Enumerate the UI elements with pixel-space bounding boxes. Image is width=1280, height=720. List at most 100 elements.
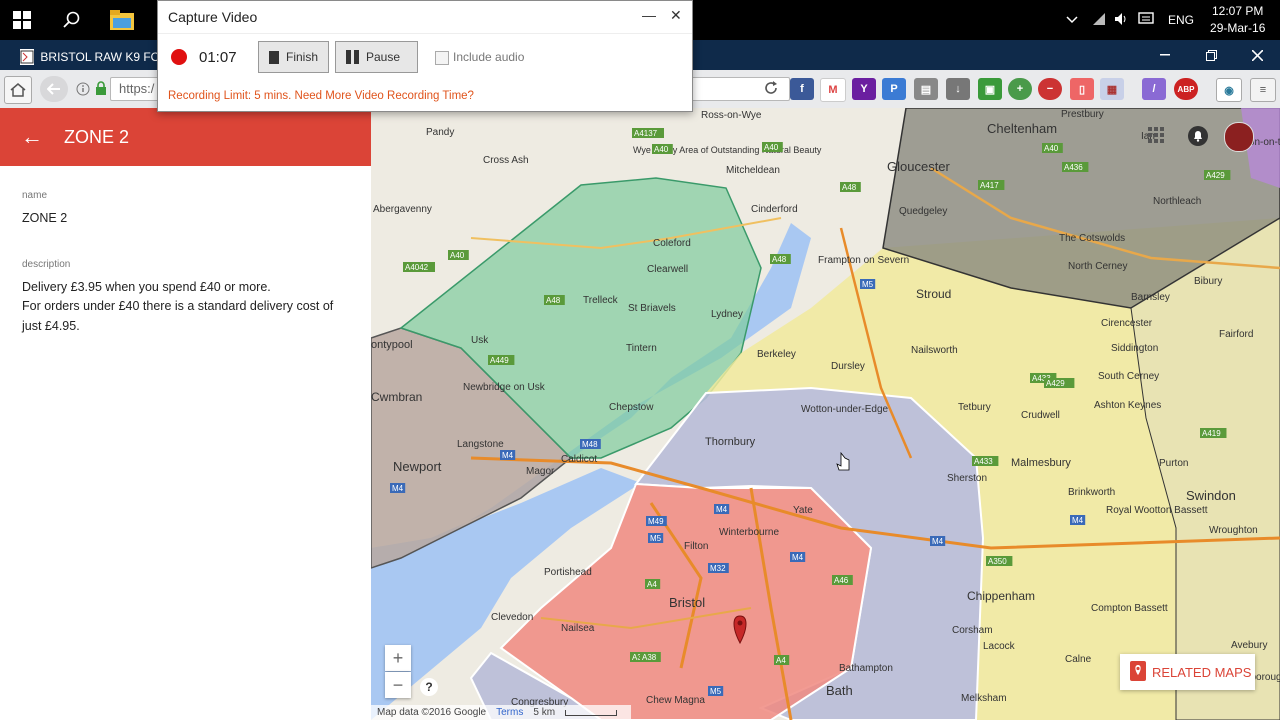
dialog-minimize-icon[interactable]: —: [642, 7, 656, 23]
map-attribution: Map data ©2016 Google Terms 5 km: [371, 705, 631, 720]
map-place-label: Nailsworth: [911, 345, 958, 356]
map-place-label: Mitcheldean: [726, 165, 780, 176]
green-extension-icon[interactable]: ▣: [978, 78, 1002, 100]
map-place-label: Pandy: [426, 127, 454, 138]
eye-icon[interactable]: ◉: [1216, 78, 1242, 102]
apps-grid-icon[interactable]: [1148, 127, 1164, 148]
finish-label: Finish: [285, 50, 318, 64]
site-favicon-icon: [20, 49, 35, 65]
system-tray: ENG 12:07 PM 29-Mar-16: [1066, 0, 1265, 40]
volume-icon[interactable]: [1114, 12, 1128, 29]
map-place-label: Trelleck: [583, 295, 619, 306]
map-place-label: Brinkworth: [1068, 487, 1115, 498]
back-icon[interactable]: [40, 76, 68, 102]
map-place-label: Chew Magna: [646, 695, 705, 706]
pen-icon[interactable]: /: [1142, 78, 1166, 100]
road-label: A46: [834, 576, 849, 585]
recording-limit-link[interactable]: Recording Limit: 5 mins. Need More Video…: [168, 90, 474, 102]
adblock-icon[interactable]: ABP: [1174, 78, 1198, 100]
map-place-label: Yate: [793, 505, 813, 516]
name-value: ZONE 2: [22, 211, 68, 225]
map-place-label: Winterbourne: [719, 527, 779, 538]
road-label: A38: [642, 653, 657, 662]
name-label: name: [22, 190, 48, 201]
road-label: A4: [647, 580, 657, 589]
zoom-out-extension-icon[interactable]: −: [1038, 78, 1062, 100]
map-place-label: Berkeley: [757, 349, 796, 360]
clock-date: 29-Mar-16: [1210, 21, 1266, 35]
wifi-icon[interactable]: [1092, 12, 1106, 29]
map-place-label: Prestbury: [1061, 109, 1104, 120]
map-place-label: Ross-on-Wye: [701, 110, 762, 121]
related-maps-button[interactable]: RELATED MAPS: [1120, 654, 1255, 690]
scale-label: 5 km: [533, 707, 556, 718]
road-label: M4: [1072, 516, 1084, 525]
stop-icon: [269, 50, 279, 64]
tab-title: BRISTOL RAW K9 FO: [40, 50, 160, 64]
description-line: For orders under £40 there is a standard…: [22, 299, 334, 313]
notifications-icon[interactable]: [1138, 11, 1154, 29]
download-icon[interactable]: ↓: [946, 78, 970, 100]
language-indicator[interactable]: ENG: [1168, 13, 1194, 27]
road-label: A429: [1206, 171, 1225, 180]
chevron-up-icon[interactable]: [1066, 13, 1078, 27]
help-button[interactable]: ?: [420, 678, 438, 696]
facebook-icon[interactable]: f: [790, 78, 814, 100]
description-line: just £4.95.: [22, 318, 80, 333]
scale-bar: [565, 709, 618, 716]
browser-tab[interactable]: BRISTOL RAW K9 FO: [20, 44, 160, 70]
road-label: A419: [1202, 429, 1221, 438]
road-label: M5: [650, 534, 662, 543]
map-place-label: Thornbury: [705, 436, 756, 448]
related-maps-label: RELATED MAPS: [1152, 664, 1252, 680]
zoom-out-button[interactable]: −: [385, 672, 411, 698]
adblock-label: ABP: [1177, 84, 1195, 94]
gmail-icon[interactable]: M: [820, 78, 846, 102]
file-explorer-icon[interactable]: [108, 6, 136, 34]
map-place-label: Magor: [526, 466, 555, 477]
map-place-label: Crudwell: [1021, 410, 1060, 421]
home-icon[interactable]: [4, 76, 32, 104]
map-place-label: Nailsea: [561, 623, 595, 634]
road-label: A40: [1044, 144, 1059, 153]
reader-icon[interactable]: ▯: [1070, 78, 1094, 100]
map-view[interactable]: Ross-on-Wye Pandy Cross Ash Mitcheldean Aber…: [371, 108, 1280, 720]
close-window-icon[interactable]: [1234, 40, 1280, 70]
reload-icon[interactable]: [764, 81, 778, 100]
map-place-label: Caldicot: [561, 454, 597, 465]
restore-icon[interactable]: [1188, 40, 1234, 70]
map-place-label: Clevedon: [491, 612, 533, 623]
panel-title: ZONE 2: [64, 126, 130, 147]
pause-label: Pause: [366, 50, 401, 64]
map-place-label: Royal Wootton Bassett: [1106, 505, 1208, 516]
map-place-label: Frampton on Severn: [818, 255, 909, 266]
dialog-close-icon[interactable]: ✕: [670, 7, 682, 24]
back-arrow-icon[interactable]: ←: [0, 124, 64, 150]
menu-icon[interactable]: ≡: [1250, 78, 1276, 102]
road-label: A417: [980, 181, 999, 190]
info-icon[interactable]: [76, 82, 90, 101]
paypal-icon[interactable]: P: [882, 78, 906, 100]
avatar[interactable]: [1224, 122, 1254, 152]
print-icon[interactable]: ▤: [914, 78, 938, 100]
minimize-icon[interactable]: [1142, 40, 1188, 70]
translate-icon[interactable]: ▦: [1100, 78, 1124, 100]
yahoo-icon[interactable]: Y: [852, 78, 876, 100]
zoom-in-extension-icon[interactable]: +: [1008, 78, 1032, 100]
notifications-bell-icon[interactable]: [1188, 126, 1208, 146]
map-place-label: Usk: [471, 335, 489, 346]
description-value: Delivery £3.95 when you spend £40 or mor…: [22, 278, 349, 337]
windows-start-icon[interactable]: [8, 6, 36, 34]
search-icon[interactable]: [58, 6, 86, 34]
terms-link[interactable]: Terms: [496, 707, 523, 718]
pause-button[interactable]: Pause: [335, 41, 418, 73]
map-canvas[interactable]: Ross-on-Wye Pandy Cross Ash Mitcheldean Aber…: [371, 108, 1280, 720]
include-audio-checkbox[interactable]: [435, 51, 449, 65]
map-place-label: Wroughton: [1209, 525, 1258, 536]
capture-video-dialog: Capture Video — ✕ 01:07 Finish Pause Inc…: [157, 0, 693, 112]
clock[interactable]: 12:07 PM 29-Mar-16: [1210, 3, 1265, 37]
zoom-in-button[interactable]: +: [385, 645, 411, 671]
finish-button[interactable]: Finish: [258, 41, 329, 73]
map-place-label: Fairford: [1219, 329, 1253, 340]
road-label: A350: [988, 557, 1007, 566]
